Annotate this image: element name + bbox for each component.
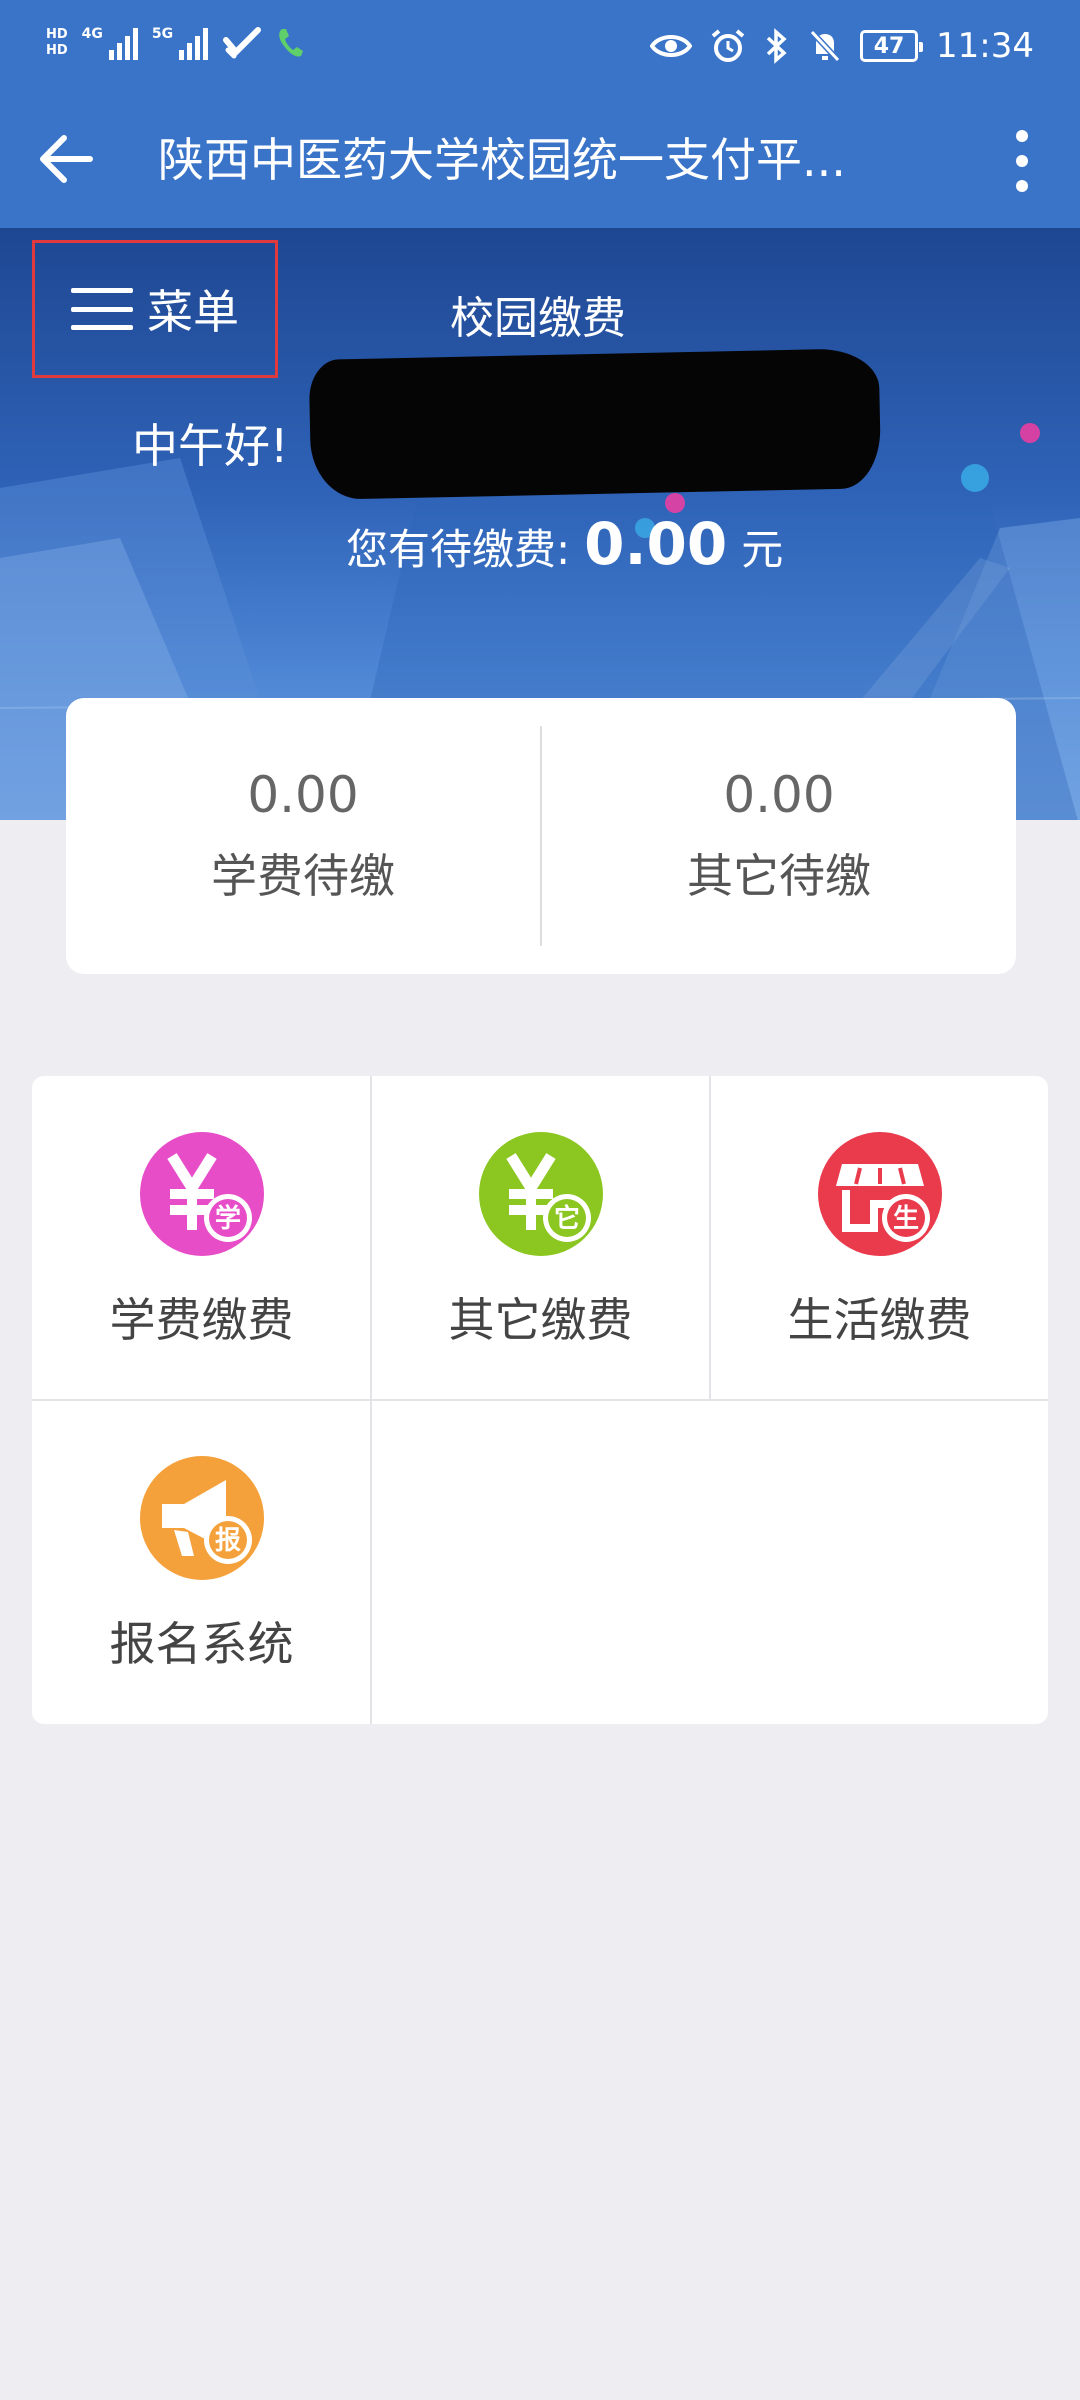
- clock: 11:34: [936, 26, 1034, 66]
- status-right: 47 11:34: [650, 26, 1034, 66]
- more-dot-icon: [1016, 180, 1028, 192]
- banner-title: 校园缴费: [450, 293, 626, 344]
- alarm-icon: [711, 29, 745, 62]
- bluetooth-icon: [766, 28, 787, 64]
- service-grid: 学 学费缴费 它 其它缴费 生 生活缴费 报 报名系统: [32, 1076, 1048, 1724]
- back-arrow-icon: [40, 135, 93, 183]
- network-type-2: 5G: [151, 26, 174, 42]
- registration-badge-text: 报: [214, 1525, 240, 1556]
- hamburger-icon: [71, 288, 133, 330]
- amount-due-line: 您有待缴费: 0.00 元: [346, 510, 783, 578]
- registration-system-tile[interactable]: 报 报名系统: [32, 1400, 371, 1724]
- hd-indicator: HD HD: [46, 27, 68, 58]
- menu-label: 菜单: [147, 285, 239, 339]
- status-left: HD HD 4G 5G: [46, 26, 306, 60]
- other-pending[interactable]: 0.00 其它待缴: [542, 698, 1016, 974]
- more-dot-icon: [1016, 130, 1028, 142]
- yuan-icon: 学: [139, 1132, 264, 1256]
- shop-icon: 生: [817, 1132, 942, 1256]
- tuition-payment-tile[interactable]: 学 学费缴费: [32, 1076, 371, 1400]
- living-badge-text: 生: [892, 1204, 918, 1234]
- app-bar: 陕西中医药大学校园统一支付平...: [0, 100, 1080, 228]
- menu-button[interactable]: 菜单: [32, 240, 278, 378]
- signal-bars-icon: [108, 26, 138, 60]
- more-options-button[interactable]: [992, 126, 1052, 196]
- tuition-pending-value: 0.00: [247, 766, 359, 824]
- tuition-badge-text: 学: [214, 1203, 240, 1234]
- eye-icon: [650, 35, 693, 57]
- tuition-pending-label: 学费待缴: [211, 849, 395, 903]
- other-payment-label: 其它缴费: [448, 1293, 633, 1347]
- tuition-payment-label: 学费缴费: [109, 1293, 294, 1347]
- amount-due-label: 您有待缴费:: [346, 525, 571, 574]
- phone-icon: [279, 29, 304, 57]
- more-dot-icon: [1016, 155, 1028, 167]
- signal-2: 5G: [151, 26, 209, 60]
- back-button[interactable]: [34, 126, 100, 192]
- network-type-1: 4G: [81, 26, 103, 42]
- greeting-text: 中午好!: [132, 419, 289, 473]
- living-payment-tile[interactable]: 生 生活缴费: [710, 1076, 1048, 1400]
- tuition-pending[interactable]: 0.00 学费待缴: [66, 698, 540, 974]
- other-payment-tile[interactable]: 它 其它缴费: [371, 1076, 710, 1400]
- megaphone-icon: 报: [139, 1456, 264, 1580]
- mute-bell-icon: [809, 29, 841, 63]
- pending-summary-card: 0.00 学费待缴 0.00 其它待缴: [66, 698, 1016, 974]
- amount-due-unit: 元: [741, 525, 784, 574]
- other-pending-value: 0.00: [723, 766, 835, 824]
- signal-1: 4G: [82, 26, 138, 60]
- other-badge-text: 它: [553, 1203, 579, 1234]
- battery-indicator: 47: [860, 30, 924, 62]
- registration-system-label: 报名系统: [109, 1617, 294, 1671]
- wifi-calling-icon: [223, 27, 262, 59]
- amount-due-value: 0.00: [584, 510, 728, 578]
- signal-bars-icon: [179, 26, 209, 60]
- yuan-icon: 它: [478, 1132, 603, 1256]
- redacted-username: [308, 348, 882, 500]
- status-bar: HD HD 4G 5G 47 11:34: [0, 0, 1080, 100]
- other-pending-label: 其它待缴: [687, 849, 871, 903]
- page-title: 陕西中医药大学校园统一支付平...: [158, 133, 846, 187]
- living-payment-label: 生活缴费: [787, 1293, 972, 1347]
